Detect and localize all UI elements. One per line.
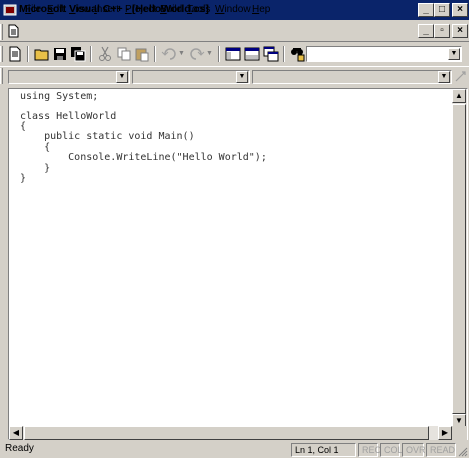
toolbar-separator: [27, 46, 29, 62]
chevron-down-icon[interactable]: ▼: [116, 71, 128, 83]
menu-window[interactable]: Window: [215, 4, 251, 18]
menu-bar: [0, 20, 469, 42]
menu-file[interactable]: File: [25, 4, 41, 18]
paste-icon[interactable]: [134, 46, 150, 62]
close-button[interactable]: ×: [452, 3, 468, 17]
chevron-right-icon: ▶: [441, 428, 449, 437]
save-icon[interactable]: [52, 46, 68, 62]
maximize-button[interactable]: □: [434, 3, 450, 17]
cut-icon[interactable]: [97, 46, 113, 62]
wizard-action-icon[interactable]: [454, 69, 467, 83]
members-combo[interactable]: ▼: [252, 70, 452, 84]
menu-build[interactable]: Build: [160, 4, 182, 18]
menu-tools[interactable]: Tools: [187, 4, 210, 18]
chevron-down-icon: ▼: [455, 416, 463, 425]
code-line: public static void Main(): [20, 131, 195, 142]
find-in-files-icon[interactable]: [289, 46, 305, 62]
code-line: }: [20, 173, 27, 184]
resize-grip-icon[interactable]: [456, 445, 468, 457]
toolbar-separator: [90, 46, 92, 62]
workspace-icon[interactable]: [225, 46, 241, 62]
menu-view[interactable]: View: [69, 4, 91, 18]
status-ovr: OVR: [402, 443, 426, 457]
save-all-icon[interactable]: [70, 46, 86, 62]
status-text: Ready: [5, 443, 34, 454]
window-list-icon[interactable]: [263, 46, 279, 62]
menu-project[interactable]: Project: [125, 4, 156, 18]
menu-edit[interactable]: Edit: [47, 4, 64, 18]
menu-insert[interactable]: Insert: [94, 4, 119, 18]
code-line: class HelloWorld: [20, 111, 117, 122]
undo-dropdown-icon[interactable]: ▼: [178, 50, 185, 57]
filter-combo[interactable]: ▼: [132, 70, 250, 84]
output-icon[interactable]: [244, 46, 260, 62]
chevron-down-icon[interactable]: ▼: [438, 71, 450, 83]
code-line: using System;: [20, 91, 99, 102]
chevron-down-icon[interactable]: ▼: [448, 48, 460, 60]
scroll-left-button[interactable]: ◀: [9, 426, 23, 440]
horizontal-scroll-thumb[interactable]: [24, 426, 429, 440]
chevron-left-icon: ◀: [12, 428, 20, 437]
menu-grip[interactable]: [0, 24, 3, 40]
minimize-icon: _: [423, 25, 429, 36]
status-position: Ln 1, Col 1: [291, 443, 356, 457]
chevron-up-icon: ▲: [455, 91, 463, 100]
doc-minimize-button[interactable]: _: [418, 24, 434, 38]
undo-icon[interactable]: [161, 46, 177, 62]
copy-icon[interactable]: [116, 46, 132, 62]
open-folder-icon[interactable]: [34, 46, 50, 62]
chevron-down-icon[interactable]: ▼: [236, 71, 248, 83]
toolbar-separator: [154, 46, 156, 62]
code-text[interactable]: using System; class HelloWorld { public …: [20, 88, 267, 188]
maximize-icon: □: [438, 4, 446, 15]
toolbar-separator: [218, 46, 220, 62]
scroll-right-button[interactable]: ▶: [438, 426, 452, 440]
new-file-icon[interactable]: [7, 46, 23, 62]
minimize-icon: _: [423, 4, 429, 15]
scrollbar-corner: [452, 426, 467, 440]
toolbar-grip[interactable]: [0, 46, 3, 62]
app-icon: [3, 4, 17, 16]
doc-close-button[interactable]: ×: [452, 24, 468, 38]
close-icon: ×: [457, 4, 463, 15]
wizard-grip[interactable]: [0, 68, 3, 84]
minimize-button[interactable]: _: [418, 3, 434, 17]
menu-help[interactable]: Hep: [252, 4, 270, 18]
scroll-up-button[interactable]: ▲: [452, 89, 466, 103]
status-read: READ: [426, 443, 456, 457]
code-line: Console.WriteLine("Hello World");: [20, 152, 267, 163]
document-icon: [8, 24, 19, 38]
redo-dropdown-icon[interactable]: ▼: [206, 50, 213, 57]
status-col: COL: [380, 443, 403, 457]
vertical-scroll-thumb[interactable]: [452, 104, 466, 414]
toolbar-separator: [283, 46, 285, 62]
doc-restore-button[interactable]: ▫: [434, 24, 450, 38]
redo-icon[interactable]: [189, 46, 205, 62]
find-combo[interactable]: ▼: [306, 46, 462, 62]
close-icon: ×: [457, 25, 463, 36]
restore-icon: ▫: [440, 25, 444, 36]
class-combo[interactable]: ▼: [8, 70, 130, 84]
status-rec: REC: [358, 443, 381, 457]
